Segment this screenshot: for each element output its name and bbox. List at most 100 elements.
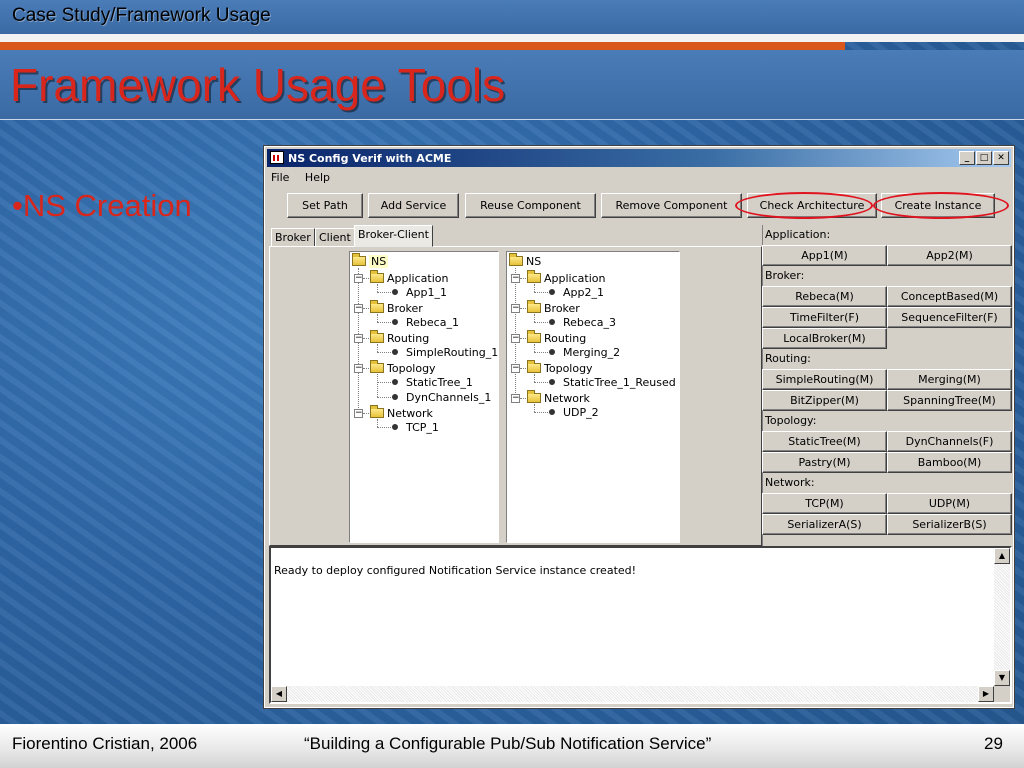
leaf-bullet-icon bbox=[392, 349, 398, 355]
tree-leaf[interactable]: StaticTree_1 bbox=[392, 375, 473, 390]
tree-leaf[interactable]: TCP_1 bbox=[392, 420, 439, 435]
section-header: Case Study/Framework Usage bbox=[0, 0, 1024, 34]
maximize-icon[interactable]: □ bbox=[976, 151, 992, 165]
window-title: NS Config Verif with ACME bbox=[288, 152, 452, 165]
tree-left[interactable]: NS − Application App1_1 − Broker Rebeca_… bbox=[349, 251, 499, 543]
log-textarea[interactable]: Ready to deploy configured Notification … bbox=[269, 546, 1012, 704]
tab-client[interactable]: Client bbox=[315, 228, 355, 247]
tree-node[interactable]: Network bbox=[370, 405, 433, 421]
collapse-icon[interactable]: − bbox=[511, 394, 520, 403]
leaf-bullet-icon bbox=[549, 409, 555, 415]
close-icon[interactable]: ✕ bbox=[993, 151, 1009, 165]
tree-leaf[interactable]: Merging_2 bbox=[549, 345, 620, 360]
header-rule-white bbox=[0, 34, 1024, 42]
java-app-icon bbox=[270, 151, 284, 164]
component-button[interactable]: TCP(M) bbox=[762, 493, 887, 514]
page-number: 29 bbox=[984, 734, 1003, 753]
slide-footer: Fiorentino Cristian, 2006 “Building a Co… bbox=[0, 724, 1024, 768]
tree-right[interactable]: NS − Application App2_1 − Broker Rebeca_… bbox=[506, 251, 680, 543]
leaf-bullet-icon bbox=[549, 349, 555, 355]
minimize-icon[interactable]: _ bbox=[959, 151, 975, 165]
tree-node[interactable]: Topology bbox=[370, 360, 436, 376]
collapse-icon[interactable]: − bbox=[354, 274, 363, 283]
component-button[interactable]: LocalBroker(M) bbox=[762, 328, 887, 349]
tree-node[interactable]: Application bbox=[370, 270, 448, 286]
horizontal-scrollbar[interactable]: ◀ ▶ bbox=[271, 686, 994, 702]
menu-file[interactable]: File bbox=[271, 171, 289, 184]
tree-leaf[interactable]: DynChannels_1 bbox=[392, 390, 491, 405]
component-button[interactable]: SpanningTree(M) bbox=[887, 390, 1012, 411]
component-button[interactable]: SerializerB(S) bbox=[887, 514, 1012, 535]
collapse-icon[interactable]: − bbox=[354, 304, 363, 313]
tree-node[interactable]: Topology bbox=[527, 360, 593, 376]
collapse-icon[interactable]: − bbox=[354, 409, 363, 418]
highlight-check-architecture bbox=[735, 192, 873, 219]
component-button[interactable]: UDP(M) bbox=[887, 493, 1012, 514]
leaf-bullet-icon bbox=[392, 379, 398, 385]
component-button[interactable]: Bamboo(M) bbox=[887, 452, 1012, 473]
component-button[interactable]: Rebeca(M) bbox=[762, 286, 887, 307]
component-button[interactable]: Pastry(M) bbox=[762, 452, 887, 473]
tree-leaf[interactable]: App2_1 bbox=[549, 285, 604, 300]
set-path-button[interactable]: Set Path bbox=[287, 193, 363, 218]
tree-leaf[interactable]: SimpleRouting_1 bbox=[392, 345, 498, 360]
header-topology: Topology: bbox=[765, 414, 817, 427]
remove-component-button[interactable]: Remove Component bbox=[601, 193, 742, 218]
tree-node[interactable]: NS bbox=[352, 253, 389, 269]
folder-icon bbox=[370, 330, 384, 343]
leaf-bullet-icon bbox=[392, 424, 398, 430]
reuse-component-button[interactable]: Reuse Component bbox=[465, 193, 596, 218]
collapse-icon[interactable]: − bbox=[511, 274, 520, 283]
scroll-left-icon[interactable]: ◀ bbox=[271, 686, 287, 702]
tree-leaf[interactable]: StaticTree_1_Reused bbox=[549, 375, 676, 390]
footer-author: Fiorentino Cristian, 2006 bbox=[12, 734, 198, 753]
header-routing: Routing: bbox=[765, 352, 811, 365]
tree-node[interactable]: Routing bbox=[370, 330, 429, 346]
collapse-icon[interactable]: − bbox=[511, 364, 520, 373]
header-rule-orange bbox=[0, 42, 845, 50]
tree-leaf[interactable]: UDP_2 bbox=[549, 405, 599, 420]
add-service-button[interactable]: Add Service bbox=[368, 193, 459, 218]
slide-title: Framework Usage Tools bbox=[10, 59, 506, 111]
collapse-icon[interactable]: − bbox=[354, 334, 363, 343]
tree-node[interactable]: NS bbox=[509, 253, 541, 269]
folder-icon bbox=[527, 300, 541, 313]
scroll-down-icon[interactable]: ▼ bbox=[994, 670, 1010, 686]
component-button[interactable]: DynChannels(F) bbox=[887, 431, 1012, 452]
folder-icon bbox=[370, 360, 384, 373]
folder-icon bbox=[370, 300, 384, 313]
component-button[interactable]: TimeFilter(F) bbox=[762, 307, 887, 328]
tree-leaf[interactable]: Rebeca_3 bbox=[549, 315, 616, 330]
scroll-right-icon[interactable]: ▶ bbox=[978, 686, 994, 702]
component-button[interactable]: StaticTree(M) bbox=[762, 431, 887, 452]
tab-broker[interactable]: Broker bbox=[271, 228, 315, 247]
app-window: NS Config Verif with ACME _ □ ✕ File Hel… bbox=[263, 145, 1015, 709]
tree-node[interactable]: Network bbox=[527, 390, 590, 406]
window-titlebar[interactable]: NS Config Verif with ACME _ □ ✕ bbox=[267, 149, 1011, 167]
bullet-ns-creation: •NS Creation bbox=[12, 188, 192, 223]
component-button[interactable]: SimpleRouting(M) bbox=[762, 369, 887, 390]
tree-leaf[interactable]: Rebeca_1 bbox=[392, 315, 459, 330]
scroll-up-icon[interactable]: ▲ bbox=[994, 548, 1010, 564]
menu-help[interactable]: Help bbox=[305, 171, 330, 184]
leaf-bullet-icon bbox=[549, 379, 555, 385]
folder-icon bbox=[370, 405, 384, 418]
collapse-icon[interactable]: − bbox=[354, 364, 363, 373]
component-button[interactable]: Merging(M) bbox=[887, 369, 1012, 390]
resize-grip-icon[interactable] bbox=[994, 686, 1010, 702]
tree-node[interactable]: Routing bbox=[527, 330, 586, 346]
title-band: Framework Usage Tools bbox=[0, 50, 1024, 120]
tree-leaf[interactable]: App1_1 bbox=[392, 285, 447, 300]
component-button[interactable]: SequenceFilter(F) bbox=[887, 307, 1012, 328]
component-button[interactable]: SerializerA(S) bbox=[762, 514, 887, 535]
vertical-scrollbar[interactable]: ▲ ▼ bbox=[994, 548, 1010, 686]
tab-broker-client[interactable]: Broker-Client bbox=[354, 225, 433, 247]
component-button[interactable]: App1(M) bbox=[762, 245, 887, 266]
collapse-icon[interactable]: − bbox=[511, 334, 520, 343]
component-button[interactable]: BitZipper(M) bbox=[762, 390, 887, 411]
collapse-icon[interactable]: − bbox=[511, 304, 520, 313]
leaf-bullet-icon bbox=[392, 319, 398, 325]
component-button[interactable]: App2(M) bbox=[887, 245, 1012, 266]
component-button[interactable]: ConceptBased(M) bbox=[887, 286, 1012, 307]
tree-node[interactable]: Application bbox=[527, 270, 605, 286]
